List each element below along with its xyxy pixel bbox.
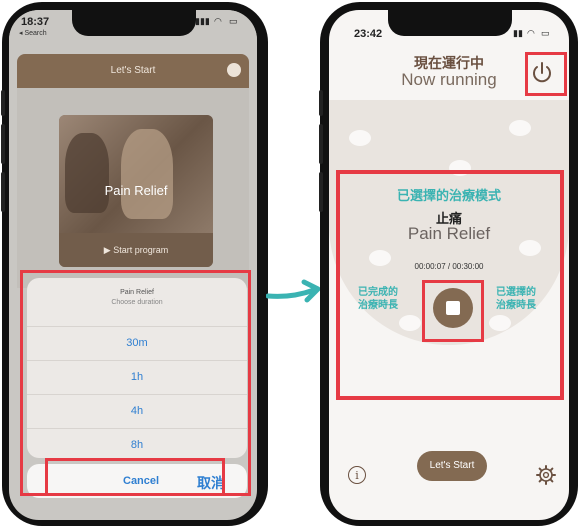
back-link[interactable]: ◂ Search [19,29,47,37]
highlight-box [45,458,225,496]
dog-silhouette [65,133,109,213]
signal-icon: ▮▮▮ [195,16,210,26]
start-program-button[interactable]: ▶ Start program [59,233,213,267]
lets-start-button[interactable]: Let's Start [417,451,487,481]
timer-readout: 00:00:07 / 00:30:00 [329,262,569,271]
phone-side-button [319,172,323,212]
timer-separator: / [447,262,451,271]
treatment-panel: 已選擇的治療模式 止痛 Pain Relief 00:00:07 / 00:30… [329,0,569,527]
phone-side-button [1,90,5,116]
phone-side-button [319,124,323,164]
phone-side-button [1,124,5,164]
info-icon[interactable]: i [348,466,366,484]
dog-photo [59,115,213,233]
selected-duration-label: 已選擇的 治療時長 [496,287,536,311]
completed-duration-label: 已完成的 治療時長 [358,287,398,311]
phone-notch [72,10,196,36]
wifi-icon: ◠ [214,16,222,26]
elapsed-time: 00:00:07 [414,262,446,271]
highlight-box [422,280,484,342]
phone-side-button [319,90,323,116]
dog-silhouette [121,129,173,219]
mode-name-en: Pain Relief [407,224,491,243]
total-time: 00:30:00 [452,262,484,271]
gear-icon[interactable] [536,465,556,485]
header-title: Let's Start [110,65,156,76]
selected-mode-title: 已選擇的治療模式 [396,188,501,203]
card-header: Let's Start [17,54,249,88]
program-title: Pain Relief [104,183,168,198]
moon-icon[interactable] [227,63,241,77]
arrow-right-icon [266,279,321,303]
battery-icon: ▭ [229,16,238,26]
program-card[interactable]: Pain Relief ▶ Start program [59,115,213,267]
status-time: 18:37 [21,16,50,28]
phone-side-button [1,172,5,212]
